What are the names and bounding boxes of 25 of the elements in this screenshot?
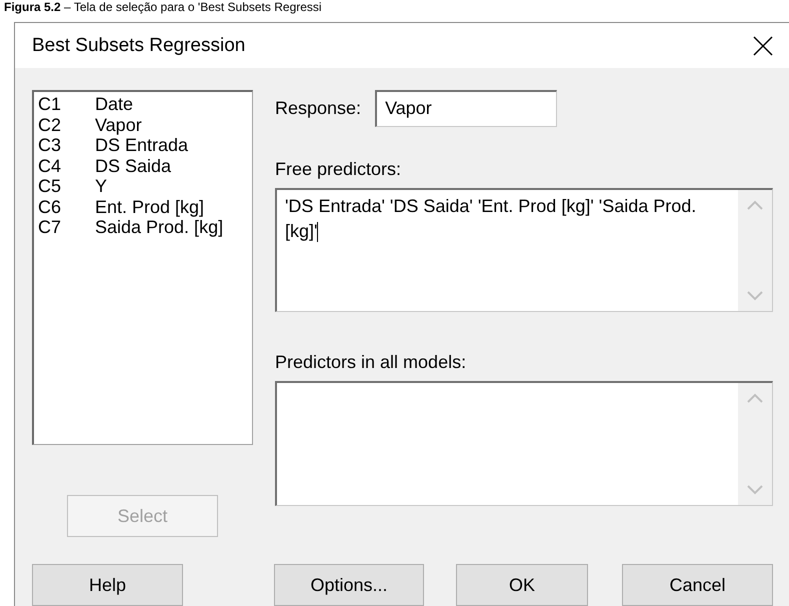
scroll-down-icon[interactable] [747, 291, 763, 301]
column-list-item[interactable]: C3 DS Entrada [38, 135, 248, 156]
column-list-item[interactable]: C5 Y [38, 176, 248, 196]
close-icon[interactable] [753, 36, 773, 56]
response-label: Response: [275, 98, 362, 119]
column-list-item[interactable]: C2 Vapor [38, 114, 248, 135]
help-button[interactable]: Help [32, 564, 183, 606]
column-list-item[interactable]: C6 Ent. Prod [kg] [38, 196, 248, 217]
scroll-down-icon[interactable] [747, 485, 763, 495]
column-list[interactable]: C1 Date C2 Vapor C3 DS Entrada C4 DS Saida C5 Y C6 Ent. Prod [kg] C7 Saida Prod. [kg] [32, 90, 253, 445]
column-list-item[interactable]: C7 Saida Prod. [kg] [38, 217, 248, 238]
free-predictors-label: Free predictors: [275, 159, 402, 180]
predictors-in-all-models-field[interactable] [275, 381, 773, 506]
ok-button[interactable]: OK [456, 564, 588, 606]
column-list-item[interactable]: C4 DS Saida [38, 156, 248, 176]
free-predictors-field[interactable]: 'DS Entrada' 'DS Saida' 'Ent. Prod [kg]' 'Saida Prod. [kg]' [275, 188, 773, 312]
cancel-button[interactable]: Cancel [622, 564, 773, 606]
column-list-item[interactable]: C1 Date [38, 94, 248, 114]
options-button[interactable]: Options... [274, 564, 424, 606]
response-field[interactable]: Vapor [375, 90, 558, 127]
figure-caption: Figura 5.2 – Tela de seleção para o 'Best Subsets Regressi [3, 0, 323, 16]
scroll-up-icon[interactable] [747, 393, 763, 403]
window-title: Best Subsets Regression [32, 34, 246, 56]
scroll-up-icon[interactable] [747, 200, 763, 210]
predictors-in-all-models-label: Predictors in all models: [275, 352, 468, 373]
